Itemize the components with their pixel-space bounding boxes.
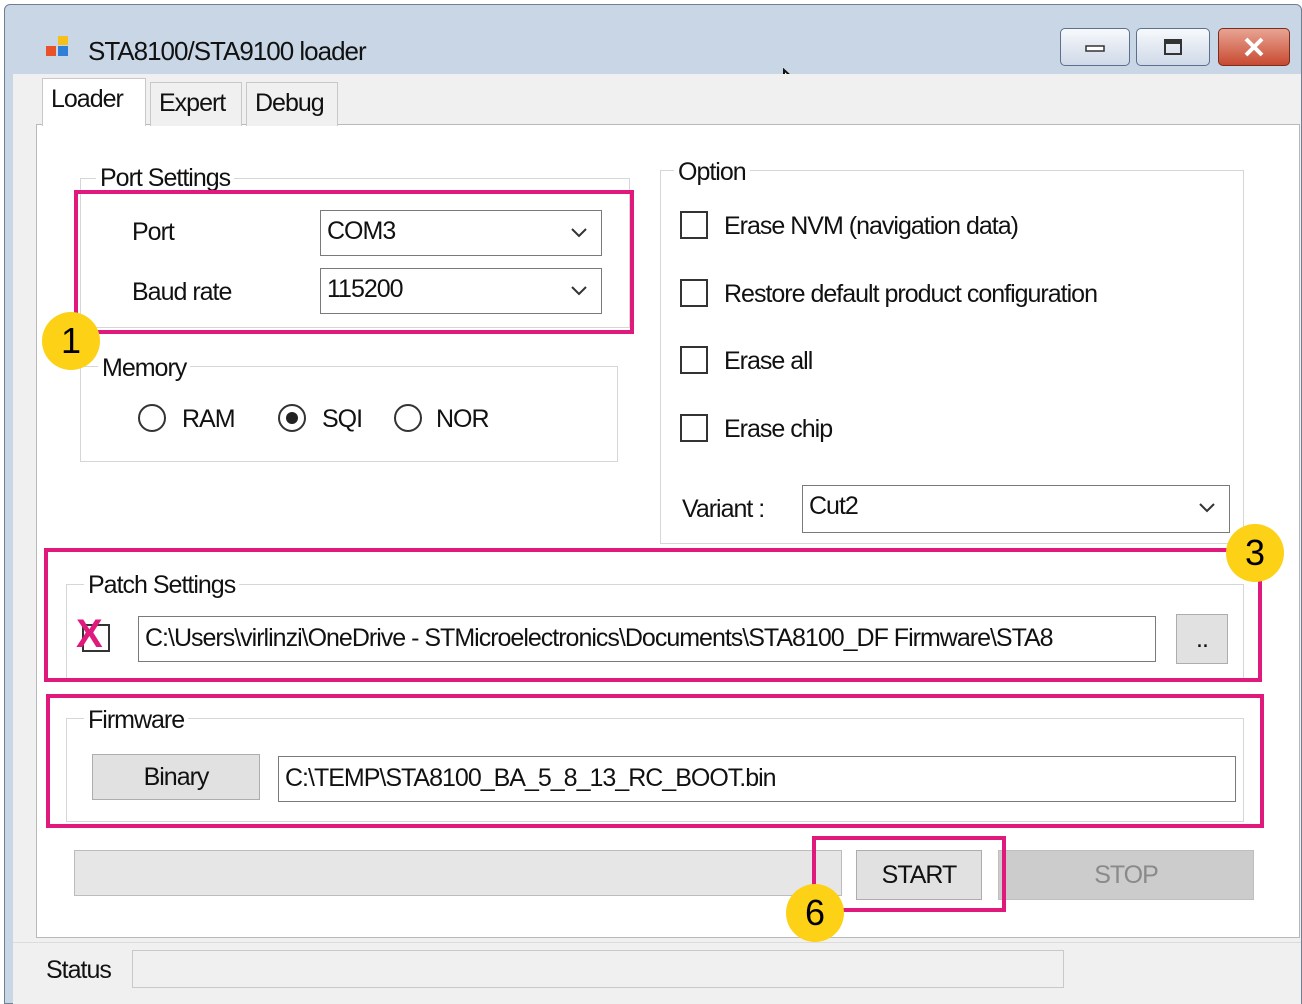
radio-nor[interactable] <box>394 404 422 432</box>
checkbox-erase-nvm[interactable] <box>680 211 708 239</box>
minimize-icon <box>1085 45 1105 52</box>
chevron-down-icon <box>1199 503 1215 513</box>
close-icon <box>1244 37 1264 57</box>
checkbox-erase-chip[interactable] <box>680 414 708 442</box>
checkbox-erase-chip-label: Erase chip <box>724 415 833 443</box>
variant-label: Variant : <box>682 495 765 523</box>
badge-3: 3 <box>1226 524 1284 582</box>
badge-6: 6 <box>786 884 844 942</box>
checkbox-restore-default-label: Restore default product configuration <box>724 280 1098 308</box>
tab-debug[interactable]: Debug <box>246 82 338 126</box>
badge-1: 1 <box>42 312 100 370</box>
radio-ram[interactable] <box>138 404 166 432</box>
radio-sqi[interactable] <box>278 404 306 432</box>
variant-value: Cut2 <box>809 492 859 520</box>
checkbox-erase-all[interactable] <box>680 346 708 374</box>
stop-label: STOP <box>1094 860 1159 889</box>
port-settings-legend: Port Settings <box>96 164 235 193</box>
close-button[interactable] <box>1218 28 1290 66</box>
tab-label: Expert <box>159 89 226 117</box>
tab-label: Debug <box>255 89 325 117</box>
checkbox-erase-nvm-label: Erase NVM (navigation data) <box>724 212 1019 240</box>
checkbox-restore-default[interactable] <box>680 279 708 307</box>
radio-nor-label: NOR <box>436 405 490 433</box>
radio-sqi-label: SQI <box>322 405 363 433</box>
progress-bar <box>74 850 842 896</box>
highlight-patch-settings <box>44 548 1262 682</box>
memory-legend: Memory <box>98 354 191 383</box>
highlight-firmware <box>46 694 1264 828</box>
checkbox-erase-all-label: Erase all <box>724 347 813 375</box>
highlight-port-settings <box>74 190 634 334</box>
maximize-button[interactable] <box>1136 28 1210 66</box>
tab-label: Loader <box>51 85 124 113</box>
app-icon <box>44 34 72 62</box>
tab-loader[interactable]: Loader <box>42 78 146 126</box>
stop-button[interactable]: STOP <box>998 850 1254 900</box>
option-legend: Option <box>674 158 750 187</box>
variant-combobox[interactable]: Cut2 <box>802 485 1230 533</box>
minimize-button[interactable] <box>1060 28 1130 66</box>
tab-expert[interactable]: Expert <box>150 82 242 126</box>
maximize-icon <box>1164 39 1182 55</box>
radio-ram-label: RAM <box>182 405 236 433</box>
window-title: STA8100/STA9100 loader <box>88 36 367 66</box>
status-field <box>132 950 1064 988</box>
status-label: Status <box>46 956 112 984</box>
